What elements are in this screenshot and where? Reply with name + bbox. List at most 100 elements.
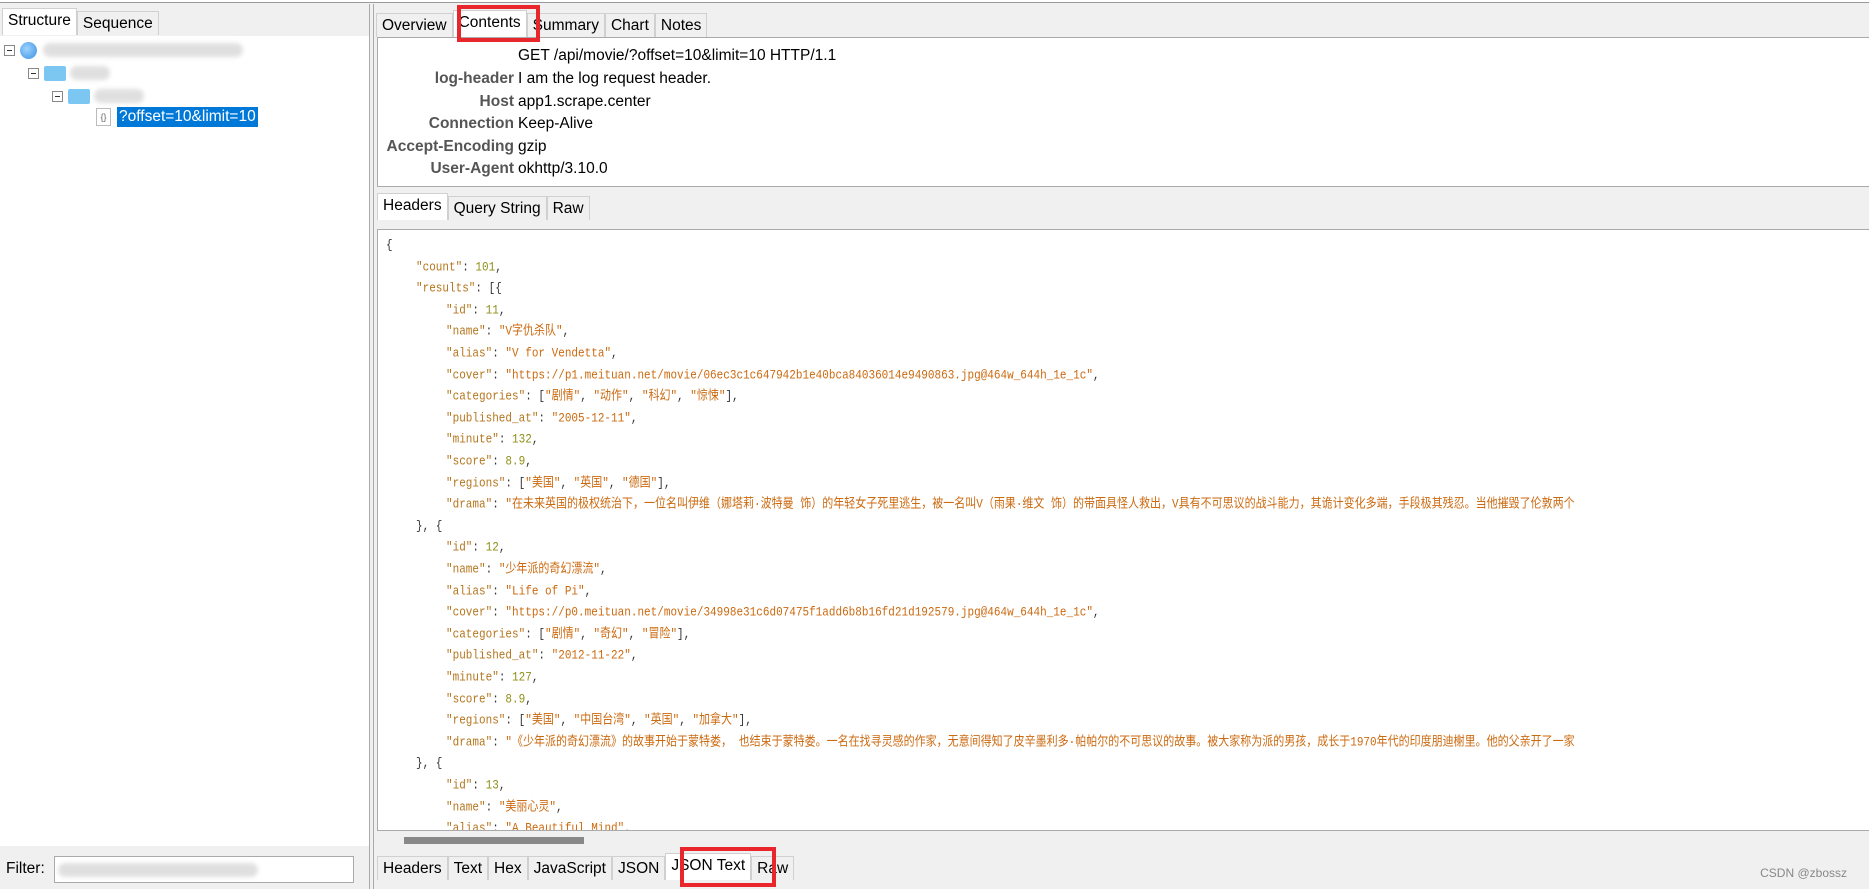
json-string: "2005-12-11" [551,411,631,426]
response-tab-text[interactable]: Text [447,856,489,880]
json-string: "https://p1.meituan.net/movie/06ec3c1c64… [505,368,1093,383]
response-tab-headers[interactable]: Headers [377,856,448,880]
tab-contents[interactable]: Contents [452,10,527,37]
json-punct: { [386,238,393,254]
tab-sequence[interactable]: Sequence [76,11,159,35]
json-punct: : [ [505,713,526,729]
json-punct: ], [725,389,739,405]
json-punct: , [525,692,532,707]
json-key: "regions" [446,476,506,491]
scrollbar-thumb[interactable] [404,837,584,844]
json-number: 8.9 [505,692,526,707]
json-punct: : [ [505,476,526,491]
json-punct: : [{ [475,281,502,297]
tree-node-request[interactable]: {} ?offset=10&limit=10 [96,107,258,127]
json-string: "美国" [525,713,561,729]
collapse-icon[interactable] [4,44,15,56]
structure-tree[interactable]: {} ?offset=10&limit=10 [0,36,369,846]
json-punct: : [492,821,506,831]
folder-icon [68,88,90,104]
tree-node-folder[interactable] [52,86,144,106]
header-value: Keep-Alive [518,115,593,133]
json-key: "name" [446,800,486,815]
request-line: GET /api/movie/?offset=10&limit=10 HTTP/… [518,47,837,64]
tree-node-host[interactable] [4,40,243,60]
json-punct: , [608,476,623,491]
json-key: "alias" [446,821,493,831]
watermark: CSDN @zbossz [1760,866,1847,880]
json-punct: : [492,605,506,621]
json-punct: ], [738,713,752,729]
json-string: "英国" [573,476,609,491]
json-punct: , [600,562,607,578]
request-tab-raw[interactable]: Raw [546,196,590,220]
json-key: "published_at" [446,411,539,426]
right-panel: Overview Contents Summary Chart Notes GET /a… [373,4,1869,889]
json-punct: : [492,454,506,470]
json-punct: , [531,433,539,448]
response-tab-json[interactable]: JSON [611,856,666,880]
request-headers-panel: GET /api/movie/?offset=10&limit=10 HTTP/… [377,37,1869,187]
header-name: Host [479,92,514,110]
json-punct: , [1092,605,1100,621]
json-punct: , [630,713,645,729]
main-tabs: Overview Contents Summary Chart Notes [376,10,708,37]
json-string: "美国" [525,476,561,491]
collapse-icon[interactable] [28,67,39,79]
file-icon: {} [96,108,111,126]
json-text-view[interactable]: {"count": 101, "results": [{"id": 11, "nam… [377,229,1869,831]
json-punct: : [492,735,506,750]
json-punct: , [1092,368,1100,383]
header-value: app1.scrape.center [518,92,651,110]
json-punct: }, { [416,519,443,534]
json-string: "https://p0.meituan.net/movie/34998e31c6… [505,605,1093,621]
response-tab-hex[interactable]: Hex [488,856,528,880]
tab-summary[interactable]: Summary [526,13,605,37]
tab-structure[interactable]: Structure [2,8,77,35]
json-punct: , [498,303,506,318]
header-row: User-Agent okhttp/3.10.0 [378,158,607,180]
json-punct: }, { [416,757,443,772]
json-punct: : [462,260,476,275]
json-punct: : [492,346,506,362]
header-value: I am the log request header. [518,70,712,87]
json-punct: , [560,713,574,729]
header-name: Connection [428,115,514,133]
json-punct: , [628,389,642,405]
json-key: "alias" [446,584,493,599]
json-key: "published_at" [446,649,539,664]
json-key: "minute" [446,670,499,686]
json-string: "科幻" [641,389,678,405]
json-key: "count" [416,260,463,275]
json-key: "categories" [446,627,526,642]
json-key: "name" [446,562,486,578]
json-punct: ], [657,476,671,491]
request-tab-query-string[interactable]: Query String [447,196,547,220]
collapse-icon[interactable] [52,90,63,102]
redacted-host [43,43,243,57]
json-string: "德国" [622,476,658,491]
json-line: "drama": "《少年派的奇幻漂流》的故事开始于蒙特娄， 也结束于蒙特娄。一… [446,731,1575,756]
json-string: "中国台湾" [573,713,631,729]
tab-overview[interactable]: Overview [376,13,453,37]
header-row: Host app1.scrape.center [378,91,651,113]
json-string: "V for Vendetta" [505,346,612,362]
request-tab-headers[interactable]: Headers [377,193,448,220]
response-tab-javascript[interactable]: JavaScript [527,856,612,880]
json-number: 101 [475,260,496,275]
response-tab-json-text[interactable]: JSON Text [665,853,752,880]
response-tab-raw[interactable]: Raw [751,856,795,880]
response-view-tabs: Headers Text Hex JavaScript JSON JSON Text Raw [377,853,795,880]
json-punct: : [492,497,506,513]
json-punct: : [ [525,389,546,405]
json-string: "加拿大" [692,713,739,729]
horizontal-scrollbar[interactable] [377,831,1869,851]
json-key: "drama" [446,497,493,513]
json-punct: , [611,346,618,362]
json-number: 8.9 [505,454,526,470]
tree-node-folder[interactable] [28,63,110,83]
tab-notes[interactable]: Notes [654,13,708,37]
json-punct: : [485,562,499,578]
tree-item-selected[interactable]: ?offset=10&limit=10 [117,107,258,127]
tab-chart[interactable]: Chart [604,13,655,37]
